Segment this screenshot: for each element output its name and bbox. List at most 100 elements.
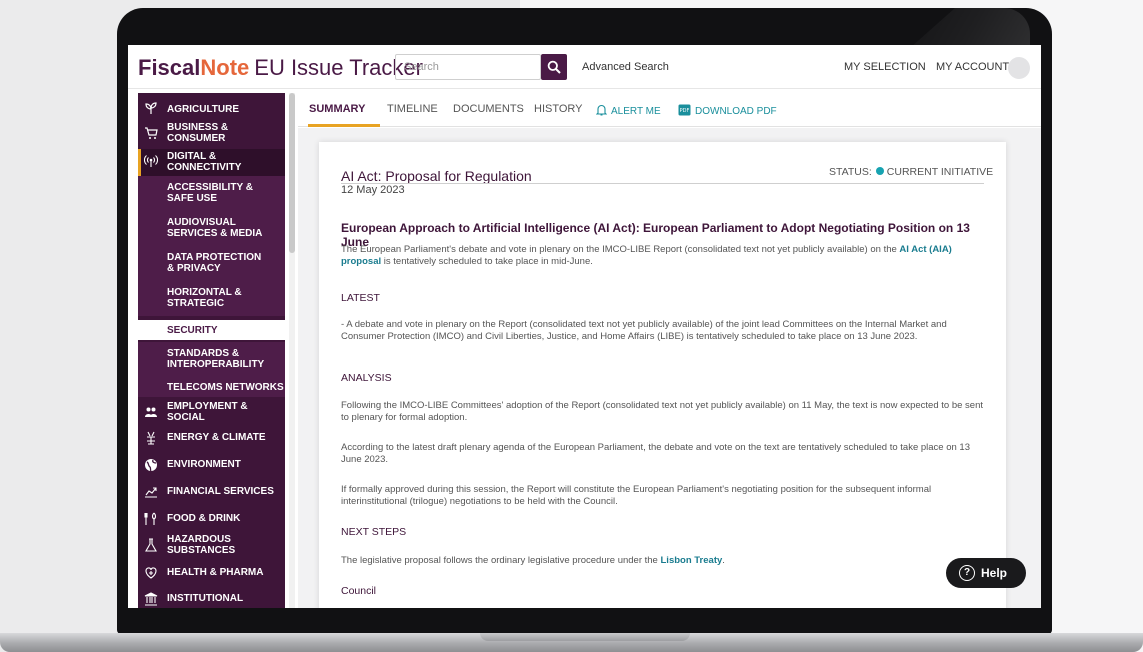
app-header: FiscalNote EU Issue Tracker Search Advanc… — [128, 45, 1041, 89]
advanced-search-link[interactable]: Advanced Search — [582, 61, 669, 73]
sidebar-item-agriculture[interactable]: AGRICULTURE — [138, 101, 285, 117]
active-section-accent — [138, 149, 141, 176]
sidebar-item-health-pharma[interactable]: HEALTH & PHARMA — [138, 564, 285, 582]
search-input[interactable]: Search — [395, 54, 541, 80]
sidebar-subitem-label: AUDIOVISUAL SERVICES & MEDIA — [167, 217, 263, 239]
next-steps-heading: NEXT STEPS — [341, 526, 407, 538]
my-selection-link[interactable]: MY SELECTION — [844, 61, 926, 73]
document-title: AI Act: Proposal for Regulation — [341, 168, 532, 184]
tab-documents[interactable]: DOCUMENTS — [453, 103, 524, 115]
document-date: 12 May 2023 — [341, 184, 405, 196]
next-steps-paragraph: The legislative proposal follows the ord… — [341, 555, 991, 567]
sidebar-item-institutional[interactable]: INSTITUTIONAL — [138, 590, 285, 608]
sidebar-item-label: DIGITAL & CONNECTIVITY — [167, 151, 242, 173]
sidebar-item-label: ENVIRONMENT — [167, 459, 241, 470]
lisbon-treaty-link[interactable]: Lisbon Treaty — [661, 555, 723, 566]
intro-tail: is tentatively scheduled to take place i… — [383, 256, 593, 267]
sidebar-item-label: HEALTH & PHARMA — [167, 567, 264, 578]
status-dot-icon — [875, 167, 884, 175]
flask-icon — [145, 538, 157, 552]
council-heading: Council — [341, 585, 377, 597]
health-icon — [145, 567, 157, 579]
analysis-heading: ANALYSIS — [341, 372, 392, 384]
sidebar-item-business-consumer[interactable]: BUSINESS & CONSUMER — [138, 121, 285, 145]
institution-icon — [144, 592, 158, 606]
plant-icon — [145, 102, 157, 114]
sidebar-item-environment[interactable]: ENVIRONMENT — [138, 456, 285, 474]
laptop-base-notch — [480, 633, 690, 641]
sidebar-item-label: BUSINESS & CONSUMER — [167, 122, 229, 144]
question-icon: ? — [959, 565, 975, 581]
sidebar-subitem-security[interactable]: SECURITY — [138, 320, 285, 340]
intro-text: The European Parliament's debate and vot… — [341, 244, 897, 255]
finance-icon — [145, 487, 157, 498]
sidebar-subitem-label: STANDARDS & INTEROPERABILITY — [167, 348, 265, 370]
status-badge: STATUS: CURRENT INITIATIVE — [829, 166, 993, 178]
globe-icon — [145, 459, 157, 472]
search-button[interactable] — [541, 54, 567, 80]
brand-logo[interactable]: FiscalNote EU Issue Tracker — [138, 55, 423, 81]
document-card: AI Act: Proposal for Regulation 12 May 2… — [319, 142, 1006, 608]
analysis-paragraph-2: According to the latest draft plenary ag… — [341, 442, 971, 465]
help-button[interactable]: ? Help — [946, 558, 1026, 588]
status-label: STATUS: — [829, 166, 872, 178]
latest-heading: LATEST — [341, 292, 380, 304]
analysis-paragraph-1: Following the IMCO-LIBE Committees' adop… — [341, 400, 983, 423]
tab-bar: SUMMARY TIMELINE DOCUMENTS HISTORY ALERT… — [298, 93, 1041, 127]
sidebar-item-label: INSTITUTIONAL — [167, 593, 244, 604]
search-icon — [547, 60, 561, 74]
status-value: CURRENT INITIATIVE — [886, 166, 994, 178]
sidebar-item-label: ENERGY & CLIMATE — [167, 432, 266, 443]
avatar[interactable] — [1008, 57, 1030, 79]
cart-icon — [145, 127, 158, 139]
intro-paragraph: The European Parliament's debate and vot… — [341, 244, 991, 268]
sidebar-item-digital-connectivity[interactable]: DIGITAL & CONNECTIVITY — [138, 149, 285, 176]
tab-summary[interactable]: SUMMARY — [309, 103, 365, 115]
sidebar-item-label: FINANCIAL SERVICES — [167, 486, 274, 497]
alert-me-button[interactable]: ALERT ME — [595, 104, 661, 117]
latest-paragraph: - A debate and vote in plenary on the Re… — [341, 319, 947, 342]
sidebar-subitem-label: HORIZONTAL & STRATEGIC — [167, 287, 242, 309]
brand-part-fiscal: Fiscal — [138, 55, 201, 80]
sidebar-item-label: FOOD & DRINK — [167, 513, 241, 524]
analysis-paragraph-3: If formally approved during this session… — [341, 484, 932, 507]
sidebar-subitem-horizontal[interactable]: HORIZONTAL & STRATEGIC — [138, 281, 285, 316]
sidebar-subitem-standards[interactable]: STANDARDS & INTEROPERABILITY — [138, 342, 285, 377]
sidebar-item-energy-climate[interactable]: ENERGY & CLIMATE — [138, 429, 285, 447]
signal-icon — [144, 155, 158, 167]
next-steps-text: The legislative proposal follows the ord… — [341, 555, 658, 566]
sidebar-nav: AGRICULTURE BUSINESS & CONSUMER DIGITAL … — [138, 93, 285, 608]
next-steps-period: . — [722, 555, 725, 566]
title-divider — [341, 183, 984, 184]
people-icon — [145, 407, 157, 417]
sidebar-item-label: EMPLOYMENT & SOCIAL — [167, 401, 248, 423]
my-account-link[interactable]: MY ACCOUNT — [936, 61, 1009, 73]
pdf-icon: PDF — [678, 104, 691, 116]
tab-history[interactable]: HISTORY — [534, 103, 583, 115]
active-tab-indicator — [308, 124, 380, 127]
download-pdf-button[interactable]: PDF DOWNLOAD PDF — [678, 104, 777, 117]
alert-me-label: ALERT ME — [611, 106, 661, 117]
sidebar-subitem-label: ACCESSIBILITY & SAFE USE — [167, 182, 253, 204]
sidebar-item-food-drink[interactable]: FOOD & DRINK — [138, 510, 285, 528]
sidebar-subitem-accessibility[interactable]: ACCESSIBILITY & SAFE USE — [138, 176, 285, 211]
svg-text:PDF: PDF — [680, 108, 690, 114]
sidebar-item-label: AGRICULTURE — [167, 104, 240, 115]
sidebar-subitem-label: TELECOMS NETWORKS — [167, 382, 284, 393]
sidebar-subitem-label: DATA PROTECTION & PRIVACY — [167, 252, 262, 274]
brand-part-note: Note — [200, 55, 250, 80]
download-pdf-label: DOWNLOAD PDF — [695, 106, 777, 117]
sidebar-item-financial-services[interactable]: FINANCIAL SERVICES — [138, 483, 285, 501]
sidebar-subitem-telecoms[interactable]: TELECOMS NETWORKS — [138, 377, 285, 397]
bell-icon — [595, 104, 608, 116]
sidebar-scrollbar-thumb[interactable] — [289, 93, 295, 253]
app-screen: FiscalNote EU Issue Tracker Search Advanc… — [128, 45, 1041, 608]
sidebar-subitem-label: SECURITY — [167, 325, 218, 336]
sidebar-item-hazardous-substances[interactable]: HAZARDOUS SUBSTANCES — [138, 533, 285, 557]
help-label: Help — [981, 566, 1008, 580]
food-icon — [144, 512, 157, 525]
sidebar-item-employment-social[interactable]: EMPLOYMENT & SOCIAL — [138, 400, 285, 424]
sidebar-subitem-data-protection[interactable]: DATA PROTECTION & PRIVACY — [138, 246, 285, 281]
tab-timeline[interactable]: TIMELINE — [387, 103, 438, 115]
sidebar-subitem-audiovisual[interactable]: AUDIOVISUAL SERVICES & MEDIA — [138, 211, 285, 246]
